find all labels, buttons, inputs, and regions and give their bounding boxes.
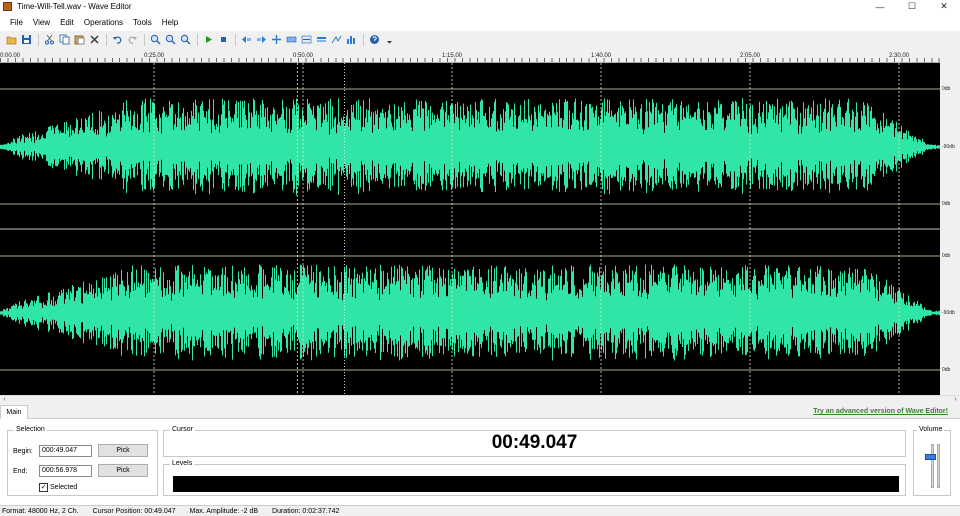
copy-icon[interactable] (58, 33, 71, 46)
help-icon[interactable] (368, 33, 381, 46)
end-label: End: (13, 468, 28, 475)
pick-begin-button[interactable]: Pick (98, 444, 148, 457)
waveform-canvas[interactable] (0, 63, 940, 395)
menu-file[interactable]: File (5, 18, 28, 27)
volume-track (931, 444, 934, 488)
waveform-view[interactable] (0, 63, 940, 395)
menu-help[interactable]: Help (157, 18, 183, 27)
zoom-out-icon[interactable] (164, 33, 177, 46)
zoom-fit-icon[interactable] (179, 33, 192, 46)
status-duration: Duration: 0:02:37.742 (272, 507, 340, 515)
horizontal-scrollbar[interactable]: ‹ › (0, 395, 960, 404)
levels-group: Levels (163, 460, 906, 496)
delete-icon[interactable] (88, 33, 101, 46)
trim-right-icon[interactable] (255, 33, 268, 46)
status-bar: Format: 48000 Hz, 2 Ch. Cursor Position:… (0, 505, 960, 516)
ruler-ticks (0, 58, 940, 62)
menu-bar: File View Edit Operations Tools Help (0, 13, 960, 31)
ruler-corner (940, 50, 960, 63)
effects-icon[interactable] (345, 33, 358, 46)
begin-label: Begin: (13, 448, 33, 455)
zoom-in-icon[interactable] (149, 33, 162, 46)
close-button[interactable]: ✕ (928, 0, 960, 13)
db-label: -90db (942, 144, 955, 150)
toolbar-separator (38, 33, 39, 46)
toolbar-separator (144, 33, 145, 46)
selection-group: Selection Begin: 000:49.047 Pick End: 00… (7, 426, 158, 496)
selected-label: Selected (50, 484, 78, 491)
selected-checkbox[interactable]: ✓ (39, 483, 48, 492)
fade-icon[interactable] (330, 33, 343, 46)
menu-tools[interactable]: Tools (128, 18, 157, 27)
upgrade-link[interactable]: Try an advanced version of Wave Editor! (813, 408, 948, 415)
cursor-time-display: 00:49.047 (491, 432, 578, 453)
main-panel: Selection Begin: 000:49.047 Pick End: 00… (0, 419, 960, 505)
stop-icon[interactable] (217, 33, 230, 46)
volume-title: Volume (917, 426, 945, 433)
trim-left-icon[interactable] (240, 33, 253, 46)
cut-icon[interactable] (43, 33, 56, 46)
begin-field[interactable]: 000:49.047 (39, 445, 92, 457)
amplify-icon[interactable] (315, 33, 328, 46)
toolbar-separator (235, 33, 236, 46)
selection-title: Selection (14, 426, 47, 433)
levels-title: Levels (170, 460, 195, 467)
scroll-left-icon[interactable]: ‹ (0, 396, 9, 404)
level-meter (173, 476, 899, 492)
menu-edit[interactable]: Edit (55, 18, 79, 27)
status-format: Format: 48000 Hz, 2 Ch. (2, 507, 79, 515)
time-ruler[interactable]: 0:00.00 0:25.00 0:50.00 1:15.00 1:40.00 … (0, 50, 940, 63)
select-all-icon[interactable] (285, 33, 298, 46)
open-icon[interactable] (5, 33, 18, 46)
toolbar-separator (197, 33, 198, 46)
menu-view[interactable]: View (28, 18, 55, 27)
db-label: 0db (942, 367, 951, 373)
undo-icon[interactable] (111, 33, 124, 46)
dropdown-arrow-icon[interactable] (383, 33, 396, 46)
volume-track (937, 444, 940, 488)
scroll-right-icon[interactable]: › (951, 396, 960, 404)
normalize-icon[interactable] (300, 33, 313, 46)
maximize-button[interactable]: ☐ (896, 0, 928, 13)
bottom-tabs: Main Try an advanced version of Wave Edi… (0, 405, 960, 419)
volume-group: Volume (913, 426, 951, 496)
title-bar: Time-Will-Tell.wav - Wave Editor — ☐ ✕ (0, 0, 960, 13)
tab-main[interactable]: Main (0, 405, 28, 419)
menu-operations[interactable]: Operations (79, 18, 128, 27)
db-label: 0db (942, 253, 951, 259)
end-field[interactable]: 000:56.978 (39, 465, 92, 477)
split-icon[interactable] (270, 33, 283, 46)
paste-icon[interactable] (73, 33, 86, 46)
app-icon (3, 2, 12, 11)
save-icon[interactable] (20, 33, 33, 46)
redo-icon[interactable] (126, 33, 139, 46)
db-label: 0db (942, 201, 951, 207)
toolbar-separator (106, 33, 107, 46)
toolbar (0, 31, 960, 48)
toolbar-separator (363, 33, 364, 46)
window-controls: — ☐ ✕ (864, 0, 960, 13)
play-icon[interactable] (202, 33, 215, 46)
wave-editor-window: Time-Will-Tell.wav - Wave Editor — ☐ ✕ F… (0, 0, 960, 516)
db-scale: 0db -90db 0db 0db -90db 0db (940, 63, 960, 395)
cursor-group: Cursor 00:49.047 (163, 426, 906, 457)
status-max-amplitude: Max. Amplitude: -2 dB (189, 507, 259, 515)
volume-slider[interactable] (925, 454, 936, 461)
status-cursor-position: Cursor Position: 00:49.047 (92, 507, 176, 515)
minimize-button[interactable]: — (864, 0, 896, 13)
db-label: 0db (942, 86, 951, 92)
pick-end-button[interactable]: Pick (98, 464, 148, 477)
db-label: -90db (942, 310, 955, 316)
window-title: Time-Will-Tell.wav - Wave Editor (17, 2, 132, 11)
